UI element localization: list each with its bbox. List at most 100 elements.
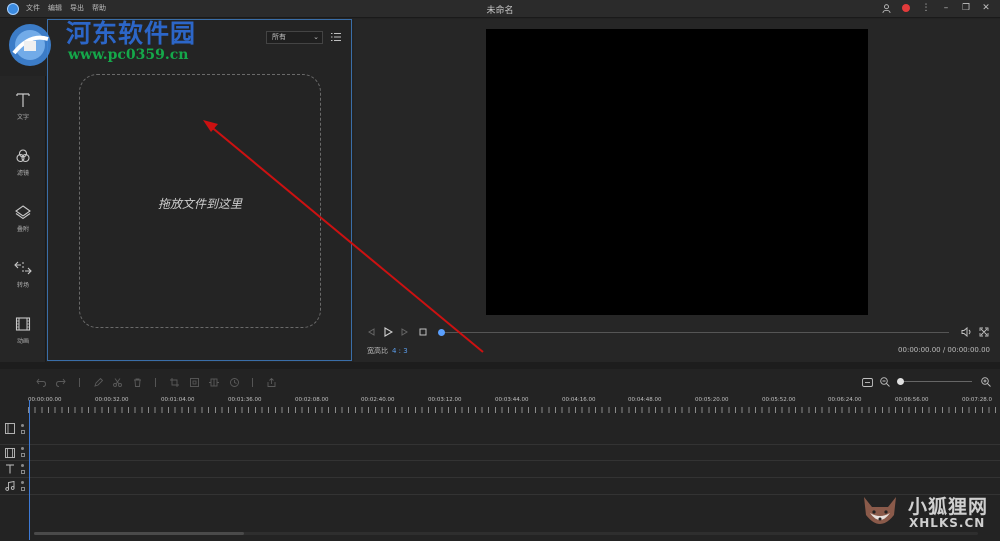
app-logo-icon — [7, 3, 19, 15]
ruler-label: 00:06:56.00 — [895, 397, 929, 403]
undo-icon[interactable] — [35, 376, 47, 388]
text-track-icon — [6, 464, 14, 474]
more-menu-icon[interactable]: ⋮ — [920, 2, 932, 14]
scissors-icon[interactable] — [111, 376, 123, 388]
rail-item-label: 转场 — [16, 282, 29, 289]
menu-help[interactable]: 帮助 — [92, 3, 106, 13]
list-view-icon[interactable] — [331, 32, 341, 42]
toolbar-divider — [252, 378, 253, 387]
zoom-out-icon[interactable] — [879, 376, 891, 388]
redo-icon[interactable] — [55, 376, 67, 388]
track-lock-icon[interactable] — [21, 453, 25, 457]
corner-watermark-en: XHLKS.CN — [909, 516, 986, 530]
preview-screen — [486, 29, 868, 315]
ruler-label: 00:00:32.00 — [95, 397, 129, 403]
ruler-label: 00:01:36.00 — [228, 397, 262, 403]
filter-icon — [16, 149, 30, 163]
toolbar-divider — [79, 378, 80, 387]
track-visibility-icon[interactable] — [21, 464, 24, 467]
delete-icon[interactable] — [131, 376, 143, 388]
rail-item-transition[interactable]: 转场 — [0, 250, 46, 300]
fullscreen-icon[interactable] — [978, 326, 990, 338]
overlay-icon — [15, 205, 31, 220]
ruler-label: 00:04:48.00 — [628, 397, 662, 403]
prev-frame-icon[interactable] — [365, 326, 377, 338]
user-icon[interactable] — [880, 2, 892, 14]
music-track[interactable] — [0, 478, 1000, 495]
ruler-label: 00:02:08.00 — [295, 397, 329, 403]
minimize-icon[interactable]: – — [940, 2, 952, 14]
animation-icon — [15, 317, 31, 331]
zoom-slider-handle[interactable] — [897, 378, 904, 385]
rail-item-overlay[interactable]: 叠附 — [0, 194, 46, 244]
fox-watermark-icon — [864, 497, 896, 524]
seek-handle[interactable] — [438, 329, 445, 336]
speed-icon[interactable] — [228, 376, 240, 388]
rail-item-label: 动画 — [16, 338, 29, 345]
panel-divider[interactable] — [0, 362, 1000, 369]
message-icon[interactable] — [900, 2, 912, 14]
track-visibility-icon[interactable] — [21, 447, 24, 450]
rail-item-text[interactable]: 文字 — [0, 82, 46, 132]
media-filter-select[interactable]: 所有 ⌄ — [266, 31, 323, 44]
restore-icon[interactable]: ❐ — [960, 2, 972, 14]
pip-track[interactable] — [0, 445, 1000, 461]
aspect-ratio-label: 宽高比 — [367, 347, 388, 355]
rail-item-label: 叠附 — [16, 226, 29, 233]
track-lock-icon[interactable] — [21, 430, 25, 434]
ruler-label: 00:02:40.00 — [361, 397, 395, 403]
menu-bar: 文件 编辑 导出 帮助 — [26, 3, 106, 13]
stop-icon[interactable] — [417, 326, 429, 338]
track-visibility-icon[interactable] — [21, 481, 24, 484]
track-lock-icon[interactable] — [21, 487, 25, 491]
track-header — [5, 445, 27, 460]
timeline-scrollbar[interactable] — [34, 532, 978, 535]
track-header — [5, 461, 27, 477]
play-icon[interactable] — [382, 326, 394, 338]
scrollbar-thumb[interactable] — [34, 532, 244, 535]
video-track-icon — [5, 423, 15, 434]
video-track[interactable] — [0, 414, 1000, 445]
rail-item-filter[interactable]: 滤镜 — [0, 138, 46, 188]
export-clip-icon[interactable] — [265, 376, 277, 388]
track-header — [5, 414, 27, 444]
timeline-playhead[interactable] — [29, 400, 30, 540]
mosaic-icon[interactable] — [208, 376, 220, 388]
media-filter-value: 所有 — [272, 33, 286, 41]
music-note-icon — [5, 481, 15, 491]
left-tool-rail: 文字 滤镜 叠附 转场 动画 — [0, 76, 46, 362]
track-header — [5, 478, 27, 494]
zoom-slider-track[interactable] — [900, 381, 972, 382]
ruler-label: 00:01:04.00 — [161, 397, 195, 403]
aspect-ratio: 宽高比 4 : 3 — [367, 346, 408, 356]
watermark-site-name: 河东软件园 — [66, 19, 197, 48]
zoom-in-icon[interactable] — [980, 376, 992, 388]
ruler-ticks — [28, 407, 1000, 413]
file-drop-zone[interactable]: 拖放文件到这里 — [79, 74, 321, 328]
ruler-label: 00:05:52.00 — [762, 397, 796, 403]
media-library-panel: 所有 ⌄ 拖放文件到这里 — [47, 19, 352, 361]
text-track[interactable] — [0, 461, 1000, 478]
watermark-url: www.pc0359.cn — [68, 47, 189, 63]
crop-icon[interactable] — [168, 376, 180, 388]
next-frame-icon[interactable] — [399, 326, 411, 338]
timeline-ruler[interactable]: 00:00:00.00 00:00:32.00 00:01:04.00 00:0… — [28, 395, 1000, 413]
volume-icon[interactable] — [960, 326, 972, 338]
menu-edit[interactable]: 编辑 — [48, 3, 62, 13]
seek-bar[interactable] — [443, 332, 949, 333]
close-icon[interactable]: ✕ — [980, 2, 992, 14]
rail-item-label: 文字 — [16, 114, 29, 121]
ruler-label: 00:03:12.00 — [428, 397, 462, 403]
drop-zone-text: 拖放文件到这里 — [157, 197, 242, 211]
window-controls: ⋮ – ❐ ✕ — [880, 2, 992, 14]
rail-item-animation[interactable]: 动画 — [0, 306, 46, 356]
menu-file[interactable]: 文件 — [26, 3, 40, 13]
track-lock-icon[interactable] — [21, 470, 25, 474]
preview-panel: 宽高比 4 : 3 00:00:00.00 / 00:00:00.00 — [354, 19, 1000, 362]
fit-timeline-icon[interactable] — [861, 376, 873, 388]
pencil-icon[interactable] — [92, 376, 104, 388]
menu-export[interactable]: 导出 — [70, 3, 84, 13]
aspect-ratio-value[interactable]: 4 : 3 — [392, 347, 408, 355]
track-visibility-icon[interactable] — [21, 424, 24, 427]
zoom-crop-icon[interactable] — [188, 376, 200, 388]
